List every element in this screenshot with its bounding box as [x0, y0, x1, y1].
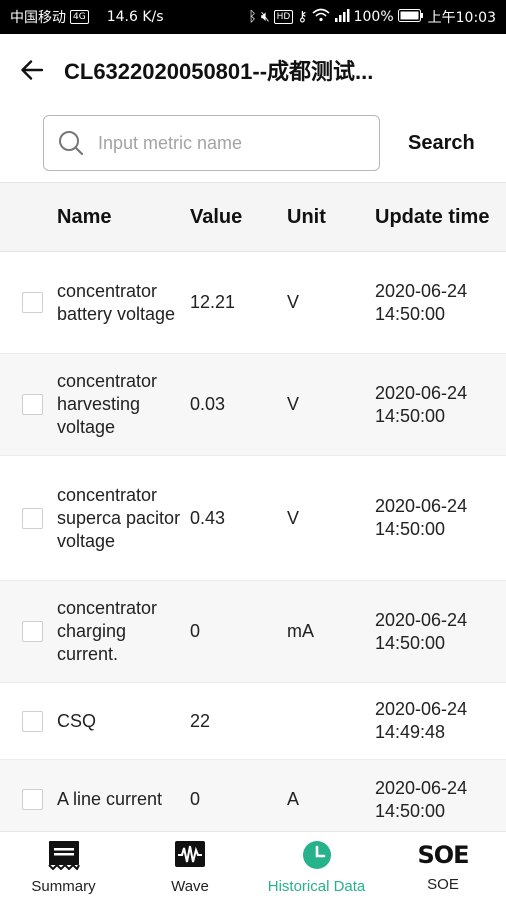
table-row[interactable]: CSQ 22 2020-06-24 14:49:48 [0, 683, 506, 760]
row-checkbox[interactable] [22, 621, 43, 642]
metric-name: concentrator superca pacitor voltage [57, 484, 181, 551]
metric-name: concentrator battery voltage [57, 280, 176, 324]
search-button[interactable]: Search [408, 132, 475, 155]
nav-historical-data-label: Historical Data [267, 878, 366, 895]
clock-time: 上午10:03 [427, 10, 496, 26]
metric-value: 22 [190, 710, 211, 731]
table-row[interactable]: concentrator charging current. 0 mA 2020… [0, 581, 506, 683]
header-value: Value [190, 205, 243, 228]
summary-icon [47, 841, 80, 870]
bluetooth-icon: ᛒ [248, 9, 257, 25]
table-row[interactable]: concentrator superca pacitor voltage 0.4… [0, 456, 506, 581]
arrow-left-icon [21, 60, 43, 80]
page-title: CL6322020050801--成都测试... [64, 59, 374, 84]
metric-update-time: 2020-06-24 14:50:00 [375, 609, 468, 653]
search-bar: Search [0, 106, 506, 180]
wave-icon [175, 841, 205, 867]
nav-soe[interactable]: SOE SOE [380, 832, 506, 900]
row-checkbox[interactable] [22, 394, 43, 415]
carrier-text: 中国移动 [10, 10, 66, 26]
header-unit: Unit [287, 205, 326, 228]
wifi-icon [312, 8, 330, 26]
nav-summary-label: Summary [31, 878, 96, 895]
bottom-navigation: Summary Wave Historical Data SOE SOE [0, 831, 506, 900]
row-checkbox[interactable] [22, 710, 43, 732]
app-bar: CL6322020050801--成都测试... [0, 34, 506, 106]
row-checkbox[interactable] [22, 292, 43, 313]
back-button[interactable] [0, 34, 64, 106]
network-speed: 14.6 K/s [106, 9, 164, 25]
search-input[interactable] [98, 132, 358, 154]
metric-unit: A [287, 789, 300, 809]
metric-name: concentrator charging current. [57, 598, 158, 664]
metric-unit: V [287, 394, 300, 414]
metric-name: concentrator harvesting voltage [57, 371, 158, 437]
nav-historical-data[interactable]: Historical Data [253, 832, 380, 900]
metric-name: CSQ [57, 710, 97, 731]
clock-icon [302, 841, 331, 869]
nav-wave[interactable]: Wave [127, 832, 253, 900]
hd-badge: HD [273, 10, 294, 24]
metric-update-time: 2020-06-24 14:50:00 [375, 280, 468, 324]
table-header: Name Value Unit Update time [0, 182, 506, 252]
metric-unit: V [287, 292, 300, 312]
metric-value: 0 [190, 789, 201, 809]
signal-icon [334, 8, 350, 26]
nav-wave-label: Wave [171, 878, 209, 895]
header-update-time: Update time [375, 205, 490, 228]
metric-update-time: 2020-06-24 14:50:00 [375, 496, 468, 539]
battery-icon [397, 8, 424, 26]
metric-unit: V [287, 507, 300, 528]
metric-update-time: 2020-06-24 14:50:00 [375, 382, 468, 426]
metric-value: 0.43 [190, 507, 226, 528]
metric-unit: mA [287, 621, 314, 641]
metric-update-time: 2020-06-24 14:50:00 [375, 777, 468, 821]
metric-name: A line current [57, 789, 163, 809]
search-icon [59, 131, 84, 156]
row-checkbox[interactable] [22, 507, 43, 529]
metric-value: 12.21 [190, 292, 236, 312]
key-icon: ⚷ [297, 9, 308, 25]
table-row[interactable]: concentrator harvesting voltage 0.03 V 2… [0, 354, 506, 456]
nav-soe-label: SOE [427, 876, 459, 893]
battery-percent: 100% [353, 9, 394, 25]
status-bar: 中国移动 4G 14.6 K/s ᛒ 🔇︎ HD ⚷ 100% 上午10:03 [0, 0, 506, 34]
metric-update-time: 2020-06-24 14:49:48 [375, 699, 468, 742]
search-field-container[interactable] [43, 115, 380, 171]
table-row[interactable]: concentrator battery voltage 12.21 V 202… [0, 252, 506, 354]
metric-value: 0 [190, 621, 201, 641]
table-row[interactable]: A line current 0 A 2020-06-24 14:50:00 [0, 760, 506, 840]
soe-icon: SOE [417, 841, 469, 869]
row-checkbox[interactable] [22, 789, 43, 810]
nav-summary[interactable]: Summary [0, 832, 127, 900]
mute-icon: 🔇︎ [260, 9, 270, 25]
metric-value: 0.03 [190, 394, 226, 414]
metrics-table: Name Value Unit Update time concentrator… [0, 182, 506, 840]
sim-icon: 4G [70, 10, 89, 24]
header-name: Name [57, 205, 112, 228]
